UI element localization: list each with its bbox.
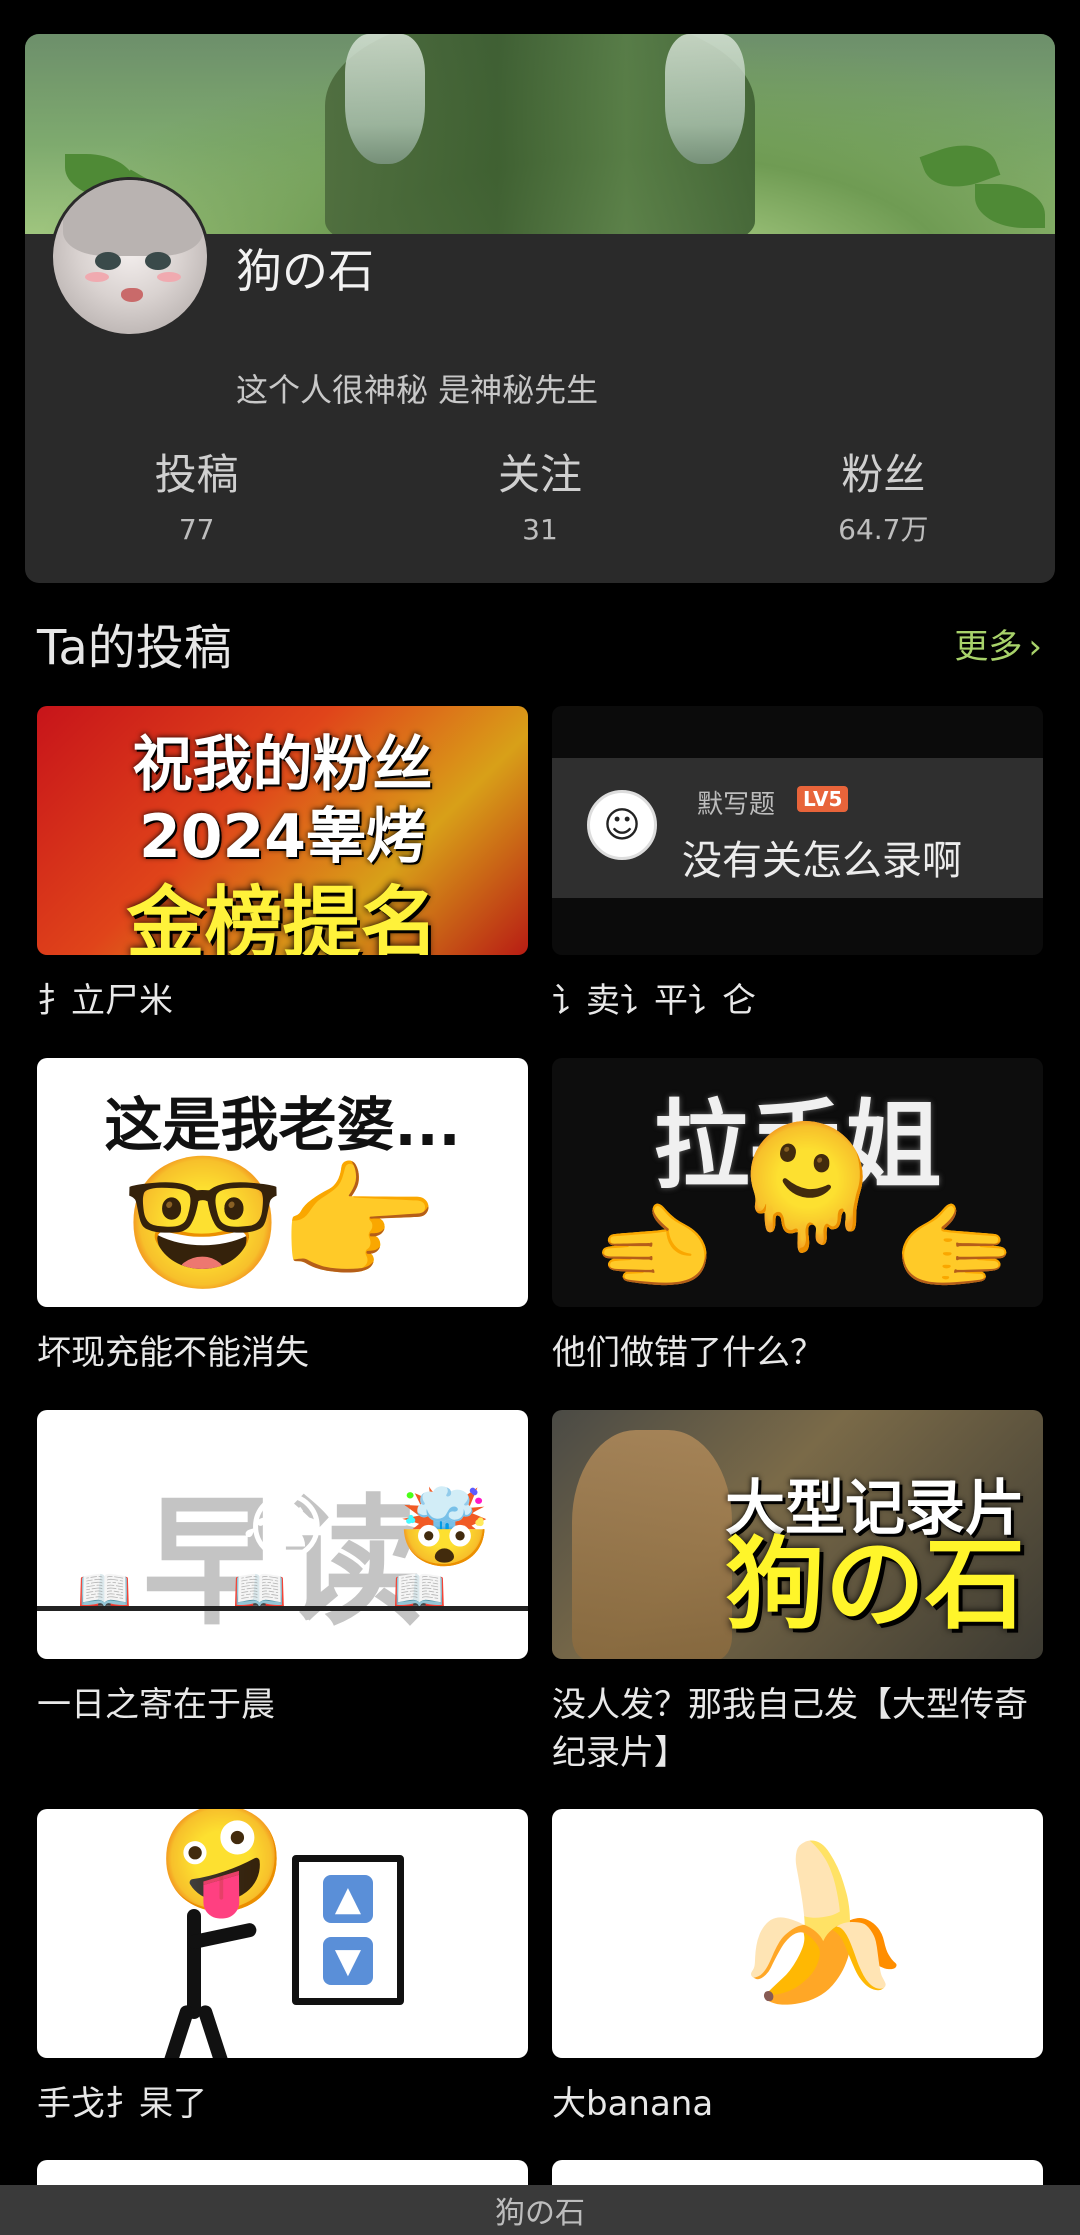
video-card[interactable]: 拉手姐 🫲 🫠 🫱 他们做错了什么？ (552, 1058, 1043, 1377)
video-card[interactable]: ☺ 默写题 LV5 没有关怎么录啊 讠卖讠平讠仑 (552, 706, 1043, 1025)
thumbnail-caption: 狗の石 (725, 1526, 1025, 1643)
video-title[interactable]: 坏现充能不能消失 (37, 1329, 528, 1377)
video-title[interactable]: 大banana (552, 2080, 1043, 2128)
video-card[interactable]: 这是我老婆... 🤓 👉 坏现充能不能消失 (37, 1058, 528, 1377)
user-bio: 这个人很神秘 是神秘先生 (236, 371, 599, 409)
video-thumbnail[interactable]: ☺ 默写题 LV5 没有关怎么录啊 (552, 706, 1043, 955)
video-thumbnail[interactable]: 拉手姐 🫲 🫠 🫱 (552, 1058, 1043, 1307)
video-title[interactable]: 他们做错了什么？ (552, 1329, 1043, 1377)
video-thumbnail[interactable]: 🤪 ▲ ▼ (37, 1809, 528, 2058)
level-badge: LV5 (797, 786, 849, 812)
video-card[interactable]: 🍌 大banana (552, 1809, 1043, 2128)
video-title[interactable]: 没人发？那我自己发【大型传奇纪录片】 (552, 1681, 1043, 1777)
video-card[interactable]: 祝我的粉丝 2024睾烤 金榜提名 扌立尸米 (37, 706, 528, 1025)
username: 狗の石 (236, 244, 374, 298)
video-card[interactable]: 大型记录片 狗の石 没人发？那我自己发【大型传奇纪录片】 (552, 1410, 1043, 1777)
video-thumbnail[interactable]: 这是我老婆... 🤓 👉 (37, 1058, 528, 1307)
video-card[interactable]: 🤪 ▲ ▼ 手戈扌杲了 (37, 1809, 528, 2128)
video-title[interactable]: 手戈扌杲了 (37, 2080, 528, 2128)
stat-label: 关注 (497, 450, 582, 499)
video-thumbnail[interactable]: 早读 😇 😭 🤯 📖 📖 📖 (37, 1410, 528, 1659)
elevator-panel: ▲ ▼ (292, 1855, 404, 2005)
exploding-head-icon: 🤯 (397, 1483, 492, 1572)
commenter-avatar-icon: ☺ (587, 790, 657, 860)
stat-value: 31 (522, 513, 558, 546)
comment-bubble: ☺ 默写题 LV5 没有关怎么录啊 (552, 758, 1043, 898)
down-arrow-icon: ▼ (323, 1937, 373, 1985)
stat-value: 64.7万 (838, 513, 929, 546)
profile-stats: 投稿 77 关注 31 粉丝 64.7万 (25, 446, 1055, 566)
zany-face-icon: 🤪 (157, 1809, 287, 1920)
video-thumbnail[interactable]: 大型记录片 狗の石 (552, 1410, 1043, 1659)
chevron-right-icon: › (1028, 627, 1042, 667)
stat-following[interactable]: 关注 31 (368, 446, 711, 566)
bottom-title: 狗の石 (495, 2196, 585, 2231)
crying-face-icon: 😭 (242, 1483, 331, 1572)
melting-face-icon: 🫠 (732, 1118, 882, 1257)
more-label: 更多 (954, 627, 1023, 667)
halo-face-icon: 😇 (82, 1483, 162, 1572)
stat-value: 77 (178, 513, 215, 546)
hand-icon: 🫲 (592, 1189, 717, 1306)
pointing-hand-icon: 👉 (277, 1147, 439, 1299)
stat-label: 投稿 (154, 450, 239, 499)
bottom-title-bar: 狗の石 (0, 2185, 1080, 2235)
video-card[interactable]: 早读 😇 😭 🤯 📖 📖 📖 一日之寄在于晨 (37, 1410, 528, 1729)
stat-label: 粉丝 (841, 450, 926, 499)
video-title[interactable]: 一日之寄在于晨 (37, 1681, 528, 1729)
stat-followers[interactable]: 粉丝 64.7万 (712, 446, 1055, 566)
hand-icon: 🫱 (892, 1189, 1017, 1306)
banana-icon: 🍌 (727, 1837, 914, 2011)
nerd-face-icon: 🤓 (122, 1147, 284, 1299)
profile-card: 狗の石 这个人很神秘 是神秘先生 投稿 77 关注 31 粉丝 64.7万 (25, 34, 1055, 583)
video-thumbnail[interactable]: 祝我的粉丝 2024睾烤 金榜提名 (37, 706, 528, 955)
comment-text: 没有关怎么录啊 (682, 838, 962, 884)
video-thumbnail[interactable]: 🍌 (552, 1809, 1043, 2058)
up-arrow-icon: ▲ (323, 1875, 373, 1923)
video-title[interactable]: 扌立尸米 (37, 977, 528, 1025)
thumbnail-caption: 金榜提名 (126, 879, 439, 955)
avatar[interactable] (50, 177, 210, 337)
more-link[interactable]: 更多 › (954, 630, 1042, 664)
section-title: Ta的投稿 (37, 620, 232, 676)
video-title[interactable]: 讠卖讠平讠仑 (552, 977, 1043, 1025)
commenter-name: 默写题 (697, 790, 776, 820)
stat-posts[interactable]: 投稿 77 (25, 446, 368, 566)
